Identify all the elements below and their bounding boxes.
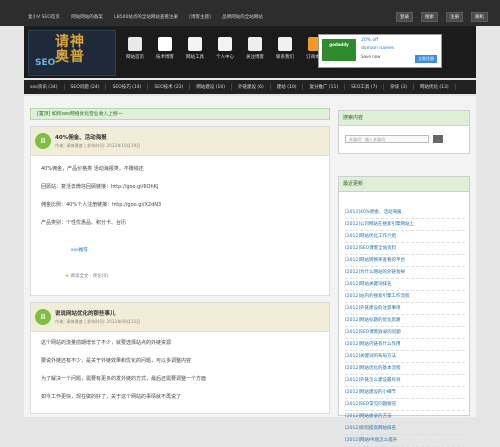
recent-posts-title: 最近更新 [339,177,469,192]
post-line: 这个网站的流量前期增长了不少，就要选择站点的外链资源 [41,340,172,346]
post-line: 回顾站：复活去微信回顾链接：http://goo.gl/6OhKj [41,184,159,190]
user-icon [218,37,232,51]
category-link[interactable]: SEO技术 (23) [148,84,191,90]
ad-line2: domain names [361,46,395,51]
category-link[interactable]: 建站 (10) [271,84,304,90]
home-icon [128,37,142,51]
recent-post-item[interactable]: [2012]网站转换率查看的平台 [345,255,465,267]
category-link[interactable]: SEO技巧 (14) [106,84,149,90]
recent-post-item[interactable]: [2012]网站优化工作介绍 [345,231,465,243]
post-line: 如今工作更快，现在做的好了，关于这个网站的事情就不再说了 [41,394,182,400]
post-card: II 40%佣金、活动海报 作者: 请神奥普 | 发布时间: 2012年10月1… [30,126,330,296]
top-link[interactable]: LB500站点的全站网站查看注册 [114,15,178,20]
recent-posts-list: [2013]40%佣金、活动海报 [2012]公司网站在搜索引擎网站上 [201… [345,207,465,447]
post-title[interactable]: 说说网站优化的那些事儿 [55,309,116,317]
post-foot: ★ 阅读全文 · 评论(0) [65,274,109,279]
mail-icon [278,37,292,51]
star-icon [248,37,262,51]
recent-post-item[interactable]: [2012]关键词的布局方法 [345,351,465,363]
tools-icon [188,37,202,51]
recent-post-item[interactable]: [2012]网站建设的小细节 [345,387,465,399]
post-meta: 作者: 请神奥普 | 发布时间: 2012年09月15日 [55,319,141,324]
post-header: II 40%佣金、活动海报 作者: 请神奥普 | 发布时间: 2012年10月1… [31,127,329,156]
post-line: 佣金比例：40%个人注册链接：http://goo.gl/X2dN3 [41,202,162,208]
post-badge-icon: II [35,309,51,325]
recent-post-item[interactable]: [2012]网站优化的基本流程 [345,363,465,375]
recent-post-item[interactable]: [2012]为什么网站的外链会掉 [345,267,465,279]
post-line: 为了解决一个问题，需要有更多的发外链的方式，最后还需要调整一个方面 [41,376,207,382]
recent-post-item[interactable]: [2012]网站收录的方法 [345,411,465,423]
nav-item-tools[interactable]: 网站工具 [180,32,210,70]
nav-item-home[interactable]: 网站首页 [120,32,150,70]
top-link[interactable]: 网站网站的备案 [71,15,103,20]
top-link[interactable]: [博客主题] [189,15,211,20]
category-link[interactable]: seo资讯 (34) [24,84,65,90]
category-bar: seo资讯 (34) SEO问题 (24) SEO技巧 (14) SEO技术 (… [24,80,476,94]
logo-seo: SEO [35,58,56,68]
logo-text: 请神 奥普 [55,34,85,65]
recent-post-item[interactable]: [2012]外链怎么建设最有效 [345,375,465,387]
post-meta: 作者: 请神奥普 | 发布时间: 2012年10月19日 [55,143,141,148]
star-icon: ★ [65,274,70,279]
post-line: 40%佣金，产品价格类 活动海报类，不赚钱还 [41,166,144,172]
nav-item-follow[interactable]: 关注博客 [240,32,270,70]
recent-post-item[interactable]: [2012]站内的搜索引擎工作流程 [345,291,465,303]
login-button[interactable]: 登录 [396,12,413,22]
recent-post-item[interactable]: [2012]如何提高网站排名 [345,423,465,435]
content-area: [置顶] 如何seo网络优化营业收入上榜一 II 40%佣金、活动海报 作者: … [24,96,476,447]
nav-item-profile[interactable]: 个人中心 [210,32,240,70]
category-link[interactable]: 复分推广 (11) [303,84,346,90]
nav-item-contact[interactable]: 联系我们 [270,32,300,70]
top-link[interactable]: 复小V SEO首页 [28,15,60,20]
recent-post-item[interactable]: [2012]网站PR值怎么提升 [345,435,465,447]
post-header: II 说说网站优化的那些事儿 作者: 请神奥普 | 发布时间: 2012年09月… [31,303,329,332]
post-line: 产品类别：个性优惠品、积分卡、台历 [41,220,127,226]
doc-icon [158,37,172,51]
recent-post-item[interactable]: [2012]网站标题的优化思路 [345,315,465,327]
main-nav: 网站首页 技术博客 网站工具 个人中心 关注博客 联系我们 订阅本站 [120,32,334,70]
site-logo[interactable]: 请神 奥普 SEO [28,30,116,76]
ad-line3: Save now [361,54,381,59]
recent-posts-box: 最近更新 [2013]40%佣金、活动海报 [2012]公司网站在搜索引擎网站上… [338,176,470,447]
recent-post-item[interactable]: [2012]外链建设的注意事项 [345,303,465,315]
search-box: 搜索内容 关键词：输入关键词 [338,110,470,154]
recent-post-item[interactable]: [2012]公司网站在搜索引擎网站上 [345,219,465,231]
ad-button[interactable]: 立即注册 [415,55,437,63]
search-input[interactable]: 关键词：输入关键词 [345,135,429,143]
top-links: 复小V SEO首页 网站网站的备案 LB500站点的全站网站查看注册 [博客主题… [28,14,273,20]
main-column: [置顶] 如何seo网络优化营业收入上榜一 II 40%佣金、活动海报 作者: … [30,108,332,417]
category-link[interactable]: SEO工具 (7) [345,84,385,90]
ad-line1: 20% off [361,38,379,43]
top-right-buttons: 登录 搜索 注册 随机 [396,12,488,22]
recent-post-item[interactable]: [2012]SEO博客收录的问题 [345,327,465,339]
search-box-title: 搜索内容 [339,111,469,126]
post-title[interactable]: 40%佣金、活动海报 [55,133,107,141]
category-link[interactable]: SEO问题 (24) [65,84,107,90]
register-button[interactable]: 注册 [446,12,463,22]
category-link[interactable]: 网站建设 (10) [190,84,232,90]
random-button[interactable]: 随机 [471,12,488,22]
recent-post-item[interactable]: [2012]SEO博客全站资料 [345,243,465,255]
breadcrumb[interactable]: [置顶] 如何seo网络优化营业收入上榜一 [30,108,330,120]
post-tags[interactable]: seo推荐 [71,247,88,253]
site-header: 请神 奥普 SEO 网站首页 技术博客 网站工具 个人中心 关注博客 联系我们 订… [24,26,476,78]
post-card: II 说说网站优化的那些事儿 作者: 请神奥普 | 发布时间: 2012年09月… [30,302,330,414]
recent-post-item[interactable]: [2013]40%佣金、活动海报 [345,207,465,219]
ad-logo: godaddy [322,39,356,61]
search-button[interactable]: 搜索 [421,12,438,22]
recent-post-item[interactable]: [2012]网站关键词排名 [345,279,465,291]
ad-banner[interactable]: godaddy 20% off domain names Save now 立即… [318,34,442,68]
category-link[interactable]: 杂谈 (3) [384,84,414,90]
top-bar: 复小V SEO首页 网站网站的备案 LB500站点的全站网站查看注册 [博客主题… [0,0,500,26]
top-link[interactable]: 品牌网站的全站网站 [222,15,263,20]
recent-post-item[interactable]: [2012]SEO常见问题解答 [345,399,465,411]
search-submit-button[interactable] [433,135,443,143]
category-link[interactable]: 网站优化 (13) [414,84,456,90]
recent-post-item[interactable]: [2012]网站内链有什么作用 [345,339,465,351]
post-badge-icon: II [35,133,51,149]
post-line: 要说外链还有不少，是关于外链效果和优化的问题，可以多调整内容 [41,358,192,364]
category-link[interactable]: 外链建设 (6) [232,84,271,90]
nav-item-blog[interactable]: 技术博客 [150,32,180,70]
